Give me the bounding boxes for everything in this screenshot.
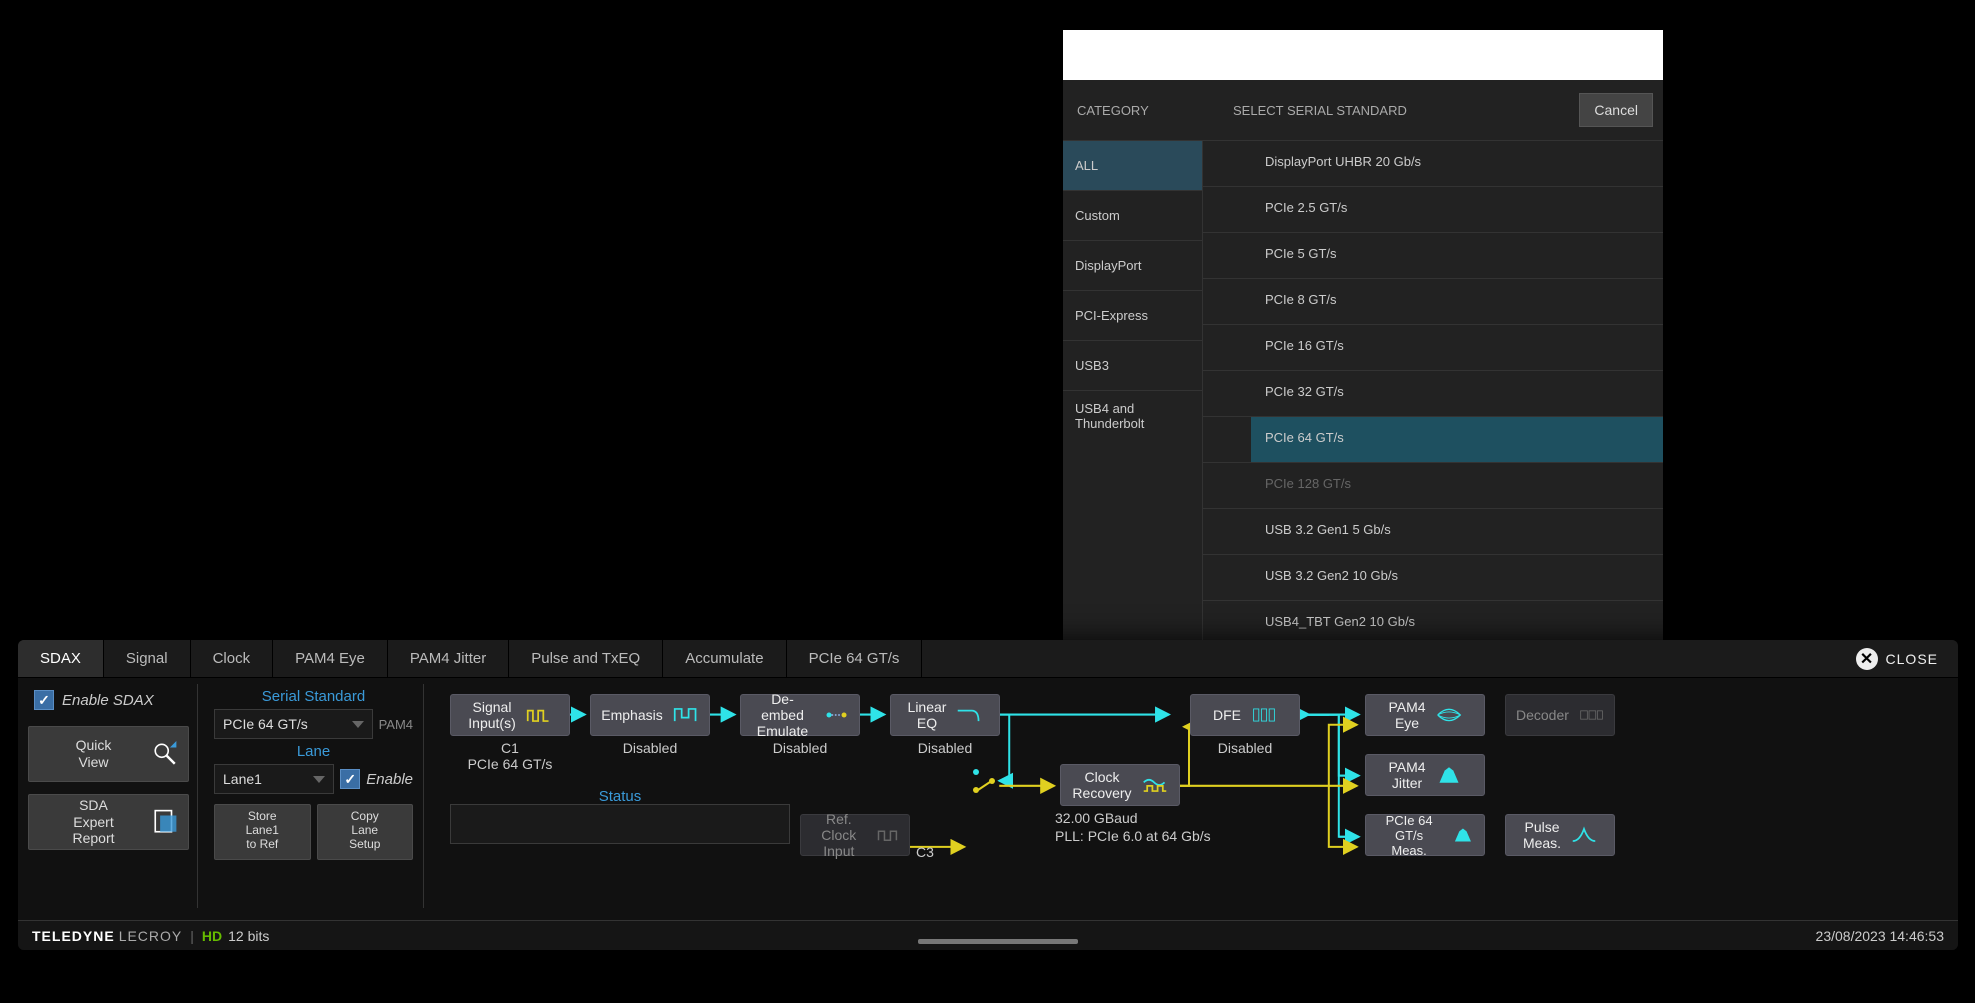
clock-wave-icon: [877, 824, 899, 846]
signal-inputs-status: C1 PCIe 64 GT/s: [450, 740, 570, 772]
close-label: CLOSE: [1886, 651, 1938, 667]
dfe-button[interactable]: DFE: [1190, 694, 1300, 736]
standard-item[interactable]: PCIe 8 GT/s: [1251, 279, 1663, 324]
emphasis-status: Disabled: [590, 740, 710, 756]
category-item-pci-express[interactable]: PCI-Express: [1063, 290, 1202, 340]
decoder-icon: [1579, 704, 1604, 726]
standard-list[interactable]: DisplayPort UHBR 20 Gb/s PCIe 2.5 GT/s P…: [1203, 140, 1663, 670]
serial-standard-dropdown[interactable]: PCIe 64 GT/s: [214, 709, 373, 739]
pam4-tag: PAM4: [379, 717, 413, 732]
category-item-displayport[interactable]: DisplayPort: [1063, 240, 1202, 290]
standard-item[interactable]: PCIe 5 GT/s: [1251, 233, 1663, 278]
histogram-icon: [1452, 824, 1474, 846]
report-icon: [150, 809, 180, 835]
tab-pcie64[interactable]: PCIe 64 GT/s: [787, 640, 923, 677]
brand-lecroy: LECROY: [119, 928, 183, 944]
cancel-button[interactable]: Cancel: [1579, 93, 1653, 127]
serial-standard-label: Serial Standard: [214, 684, 413, 709]
status-bar: TELEDYNE LECROY | HD 12 bits 23/08/2023 …: [18, 920, 1958, 950]
lane-value: Lane1: [223, 771, 262, 787]
deembed-button[interactable]: De-embed Emulate: [740, 694, 860, 736]
category-header: CATEGORY: [1073, 103, 1203, 118]
ref-clock-status: C3: [910, 844, 940, 860]
standard-item[interactable]: PCIe 16 GT/s: [1251, 325, 1663, 370]
lane-enable-checkbox[interactable]: [340, 769, 360, 789]
emphasis-button[interactable]: Emphasis: [590, 694, 710, 736]
status-field: [450, 804, 790, 844]
category-item-all[interactable]: ALL: [1063, 140, 1202, 190]
tab-pam4-eye[interactable]: PAM4 Eye: [273, 640, 388, 677]
footer-scrollbar[interactable]: [918, 939, 1078, 944]
eye-diagram-icon: [1436, 704, 1462, 726]
hd-badge: HD: [202, 928, 222, 944]
decoder-button: Decoder: [1505, 694, 1615, 736]
quick-view-button[interactable]: Quick View: [28, 726, 189, 782]
bits-label: 12 bits: [228, 928, 269, 944]
deembed-status: Disabled: [740, 740, 860, 756]
histogram-icon: [1436, 764, 1462, 786]
tab-pam4-jitter[interactable]: PAM4 Jitter: [388, 640, 509, 677]
serial-standard-value: PCIe 64 GT/s: [223, 716, 308, 732]
store-lane-button[interactable]: Store Lane1 to Ref REF: [214, 804, 311, 860]
category-item-custom[interactable]: Custom: [1063, 190, 1202, 240]
network-icon: [824, 704, 849, 726]
clock-recovery-icon: [1142, 774, 1168, 796]
standard-item[interactable]: PCIe 64 GT/s: [1251, 417, 1663, 462]
standard-item[interactable]: DisplayPort UHBR 20 Gb/s: [1251, 141, 1663, 186]
linear-eq-status: Disabled: [890, 740, 1000, 756]
lane-dropdown[interactable]: Lane1: [214, 764, 334, 794]
standard-item: PCIe 128 GT/s: [1251, 463, 1663, 508]
close-button[interactable]: ✕ CLOSE: [1856, 648, 1958, 670]
copy-lane-button[interactable]: Copy Lane Setup: [317, 804, 414, 860]
sda-expert-report-button[interactable]: SDA Expert Report: [28, 794, 189, 850]
category-list: ALL Custom DisplayPort PCI-Express USB3 …: [1063, 140, 1203, 670]
tab-sdax[interactable]: SDAX: [18, 640, 104, 677]
tab-accumulate[interactable]: Accumulate: [663, 640, 786, 677]
standard-item[interactable]: USB 3.2 Gen1 5 Gb/s: [1251, 509, 1663, 554]
magnifier-icon: [150, 741, 180, 767]
clock-recovery-line2: PLL: PCIe 6.0 at 64 Gb/s: [1055, 828, 1275, 844]
enable-sdax-checkbox[interactable]: [34, 690, 54, 710]
dfe-status: Disabled: [1190, 740, 1300, 756]
standard-item[interactable]: PCIe 32 GT/s: [1251, 371, 1663, 416]
ref-clock-input-button: Ref. Clock Input: [800, 814, 910, 856]
chevron-down-icon: [352, 721, 364, 728]
filter-icon: [956, 704, 982, 726]
standard-header: SELECT SERIAL STANDARD: [1203, 103, 1579, 118]
clock-recovery-button[interactable]: Clock Recovery: [1060, 764, 1180, 806]
tab-clock[interactable]: Clock: [191, 640, 274, 677]
waveform-icon: [526, 704, 552, 726]
select-serial-standard-dialog: CATEGORY SELECT SERIAL STANDARD Cancel A…: [1048, 15, 1678, 670]
dfe-icon: [1251, 704, 1277, 726]
lane-enable-label: Enable: [366, 771, 413, 788]
pcie64-meas-button[interactable]: PCIe 64 GT/s Meas.: [1365, 814, 1485, 856]
pulse-meas-button[interactable]: Pulse Meas.: [1505, 814, 1615, 856]
category-item-usb3[interactable]: USB3: [1063, 340, 1202, 390]
tab-pulse-txeq[interactable]: Pulse and TxEQ: [509, 640, 663, 677]
clock-recovery-line1: 32.00 GBaud: [1055, 810, 1275, 826]
lane-label: Lane: [214, 739, 413, 764]
close-icon: ✕: [1856, 648, 1878, 670]
pam4-eye-button[interactable]: PAM4 Eye: [1365, 694, 1485, 736]
tab-signal[interactable]: Signal: [104, 640, 191, 677]
sdax-panel: SDAX Signal Clock PAM4 Eye PAM4 Jitter P…: [18, 640, 1958, 950]
pam4-jitter-button[interactable]: PAM4 Jitter: [1365, 754, 1485, 796]
enable-sdax-label: Enable SDAX: [62, 692, 154, 709]
signal-inputs-button[interactable]: Signal Input(s): [450, 694, 570, 736]
linear-eq-button[interactable]: Linear EQ: [890, 694, 1000, 736]
dialog-titlebar: [1063, 30, 1663, 80]
standard-item[interactable]: USB 3.2 Gen2 10 Gb/s: [1251, 555, 1663, 600]
timestamp: 23/08/2023 14:46:53: [1816, 928, 1944, 944]
emphasis-icon: [673, 704, 699, 726]
tab-bar: SDAX Signal Clock PAM4 Eye PAM4 Jitter P…: [18, 640, 1958, 678]
brand-teledyne: TELEDYNE: [32, 928, 115, 944]
standard-item[interactable]: PCIe 2.5 GT/s: [1251, 187, 1663, 232]
chevron-down-icon: [313, 776, 325, 783]
pulse-icon: [1571, 824, 1597, 846]
mux-switch-icon[interactable]: [970, 766, 998, 796]
category-item-usb4[interactable]: USB4 and Thunderbolt: [1063, 390, 1202, 440]
